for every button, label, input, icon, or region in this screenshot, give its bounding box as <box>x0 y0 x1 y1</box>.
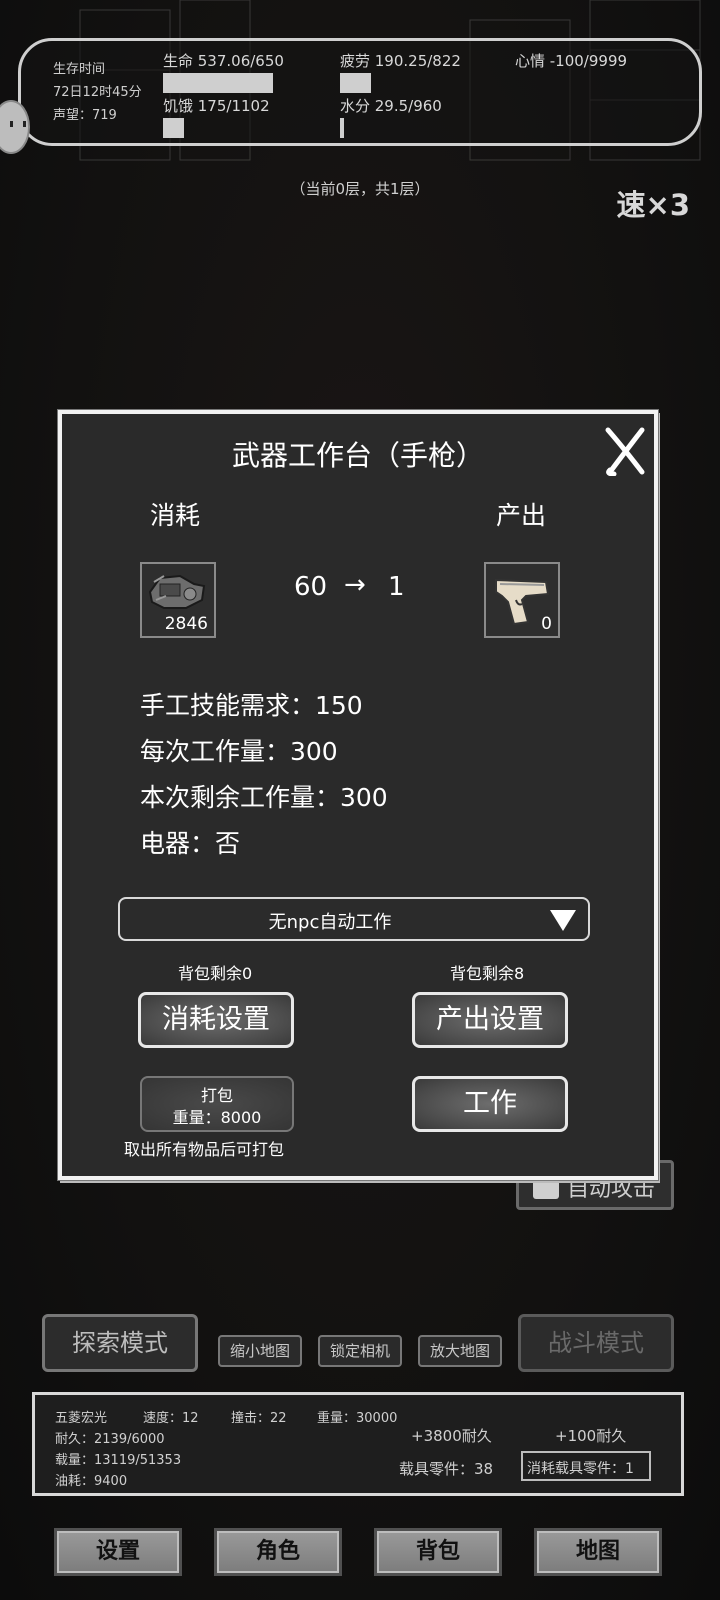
fatigue-bar <box>340 73 371 93</box>
ratio-to: 1 <box>388 572 405 602</box>
fatigue-label: 疲劳 190.25/822 <box>340 52 461 70</box>
pack-button[interactable]: 打包 重量：8000 <box>140 1076 294 1132</box>
consume-settings-button[interactable]: 消耗设置 <box>138 992 294 1048</box>
remaining-work: 本次剩余工作量：300 <box>140 783 388 812</box>
vehicle-fuel: 油耗：9400 <box>55 1474 128 1489</box>
output-settings-button[interactable]: 产出设置 <box>412 992 568 1048</box>
hunger-label: 饥饿 175/1102 <box>163 97 270 115</box>
ratio-arrow-icon: → <box>344 570 366 600</box>
hunger-bar <box>163 118 184 138</box>
nav-character-button[interactable]: 角色 <box>214 1528 342 1576</box>
vehicle-durability: 耐久：2139/6000 <box>55 1432 165 1447</box>
consume-header: 消耗 <box>150 501 201 530</box>
survival-time-value: 72日12时45分 <box>53 85 142 100</box>
survival-time-label: 生存时间 <box>53 62 106 77</box>
bag-left-output: 背包剩余8 <box>450 964 525 983</box>
electric-flag: 电器：否 <box>140 829 241 858</box>
input-item-slot[interactable]: 2846 <box>140 562 216 638</box>
nav-settings-button[interactable]: 设置 <box>54 1528 182 1576</box>
pack-label: 打包 <box>200 1086 233 1105</box>
reputation-value: 声望：719 <box>53 108 117 123</box>
vehicle-impact: 撞击：22 <box>231 1411 287 1426</box>
nav-map-button[interactable]: 地图 <box>534 1528 662 1576</box>
water-label: 水分 29.5/960 <box>340 97 442 115</box>
speed-toggle[interactable]: 速×3 <box>617 182 690 224</box>
vehicle-load: 载量：13119/51353 <box>55 1453 182 1468</box>
work-button[interactable]: 工作 <box>412 1076 568 1132</box>
work-per-time: 每次工作量：300 <box>140 737 338 766</box>
shrink-map-button[interactable]: 缩小地图 <box>218 1335 302 1367</box>
explore-mode-button[interactable]: 探索模式 <box>42 1314 198 1372</box>
close-icon[interactable] <box>602 424 650 476</box>
bag-left-consume: 背包剩余0 <box>178 964 253 983</box>
output-item-count: 0 <box>541 614 552 634</box>
input-item-count: 2846 <box>164 614 208 634</box>
water-bar <box>340 118 344 138</box>
chevron-down-icon <box>550 910 576 931</box>
nav-backpack-button[interactable]: 背包 <box>374 1528 502 1576</box>
repair-100-button[interactable]: +100耐久 <box>555 1425 626 1446</box>
npc-auto-work-select[interactable]: 无npc自动工作 <box>118 897 590 941</box>
weapon-workbench-dialog: 武器工作台（手枪） 消耗 产出 2846 60 → 1 0 手工技能需求：150… <box>58 410 658 1180</box>
mood-label: 心情 -100/9999 <box>515 52 628 70</box>
scrap-parts-icon <box>148 574 206 609</box>
consume-parts-box: 消耗载具零件：1 <box>521 1451 651 1481</box>
battle-mode-button[interactable]: 战斗模式 <box>518 1314 674 1372</box>
skill-requirement: 手工技能需求：150 <box>140 691 363 720</box>
floor-info: （当前0层，共1层） <box>290 180 430 198</box>
dialog-title: 武器工作台（手枪） <box>231 439 484 472</box>
npc-select-value: 无npc自动工作 <box>268 912 392 933</box>
vehicle-weight: 重量：30000 <box>317 1411 398 1426</box>
life-label: 生命 537.06/650 <box>163 52 284 70</box>
life-bar <box>163 73 273 93</box>
enlarge-map-button[interactable]: 放大地图 <box>418 1335 502 1367</box>
consume-parts-label: 消耗载具零件：1 <box>527 1461 634 1477</box>
lock-camera-button[interactable]: 锁定相机 <box>318 1335 402 1367</box>
output-header: 产出 <box>496 501 547 530</box>
pack-hint: 取出所有物品后可打包 <box>124 1140 285 1159</box>
vehicle-panel: 五菱宏光 速度：12 撞击：22 重量：30000 耐久：2139/6000 载… <box>32 1392 684 1496</box>
vehicle-name: 五菱宏光 <box>55 1411 108 1426</box>
repair-3800-button[interactable]: +3800耐久 <box>411 1425 492 1446</box>
vehicle-parts: 载具零件：38 <box>399 1460 494 1478</box>
pack-weight: 重量：8000 <box>172 1108 262 1127</box>
output-item-slot[interactable]: 0 <box>484 562 560 638</box>
vehicle-speed: 速度：12 <box>143 1411 199 1426</box>
ratio-from: 60 <box>294 572 328 602</box>
